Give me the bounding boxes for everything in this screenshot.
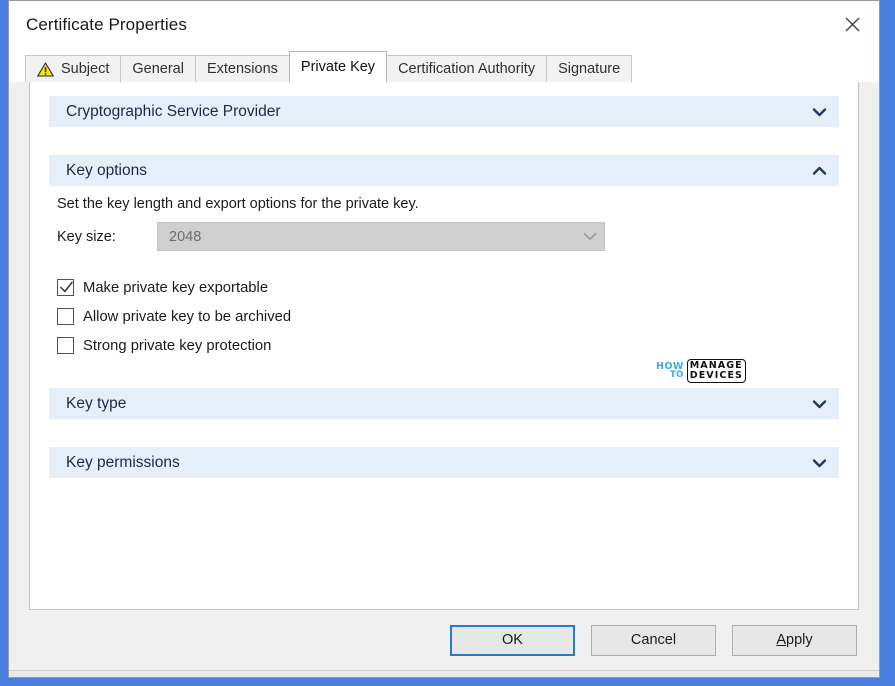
apply-button-accelerator: A	[776, 632, 787, 648]
checkbox-make-private-key-exportable[interactable]: Make private key exportable	[57, 279, 839, 296]
watermark-to: TO	[669, 370, 684, 381]
section-title: Cryptographic Service Provider	[66, 102, 281, 120]
tab-label: Extensions	[206, 61, 278, 77]
close-button[interactable]	[825, 1, 879, 48]
tab-extensions[interactable]: Extensions	[194, 55, 290, 82]
checkbox-label: Allow private key to be archived	[83, 308, 292, 325]
checkbox-label: Make private key exportable	[83, 279, 269, 296]
key-options-description: Set the key length and export options fo…	[57, 196, 419, 212]
how-to-manage-devices-watermark: HOW TO MANAGE DEVICES	[656, 359, 746, 383]
checkbox-box	[57, 308, 74, 325]
chevron-down-icon[interactable]	[812, 107, 827, 117]
checkbox-box	[57, 337, 74, 354]
apply-button-rest: pply	[786, 632, 813, 648]
tab-private-key[interactable]: Private Key	[288, 51, 388, 82]
section-key-type[interactable]: Key type	[49, 388, 839, 419]
chevron-down-icon[interactable]	[812, 458, 827, 468]
chevron-down-icon	[576, 232, 604, 241]
key-size-label: Key size:	[57, 228, 116, 245]
section-title: Key type	[66, 394, 127, 412]
checkbox-allow-private-key-archived[interactable]: Allow private key to be archived	[57, 308, 839, 325]
close-icon	[844, 16, 861, 33]
title-bar: Certificate Properties	[9, 1, 879, 49]
apply-button[interactable]: Apply	[732, 624, 857, 656]
checkbox-label: Strong private key protection	[83, 337, 272, 354]
tab-subject[interactable]: Subject	[25, 55, 122, 82]
key-options-body: Set the key length and export options fo…	[49, 186, 839, 354]
chevron-up-icon[interactable]	[812, 166, 827, 176]
tab-label: Signature	[558, 61, 621, 77]
watermark-devices: DEVICES	[689, 369, 743, 381]
key-size-select[interactable]: 2048	[157, 222, 605, 251]
watermark-left-text: HOW TO	[656, 362, 684, 380]
ok-button[interactable]: OK	[450, 624, 575, 656]
checkmark-icon	[60, 281, 73, 293]
watermark-box: MANAGE DEVICES	[686, 359, 746, 383]
certificate-properties-dialog: Certificate Properties Subject General E…	[8, 0, 880, 678]
section-key-permissions[interactable]: Key permissions	[49, 447, 839, 478]
tab-signature[interactable]: Signature	[546, 55, 633, 82]
checkbox-strong-private-key-protection[interactable]: Strong private key protection	[57, 337, 839, 354]
tab-label: General	[132, 61, 184, 77]
section-cryptographic-service-provider[interactable]: Cryptographic Service Provider	[49, 96, 839, 127]
checkbox-box	[57, 279, 74, 296]
dialog-bottom-edge	[9, 670, 879, 677]
section-key-options[interactable]: Key options	[49, 155, 839, 186]
key-size-row: Key size: 2048	[57, 222, 839, 251]
private-key-panel: Cryptographic Service Provider Key optio…	[29, 81, 859, 610]
tab-certification-authority[interactable]: Certification Authority	[386, 55, 548, 82]
dialog-button-bar: OK Cancel Apply	[9, 610, 879, 670]
warning-triangle-icon	[37, 61, 54, 77]
desktop-backdrop: Certificate Properties Subject General E…	[0, 0, 895, 686]
window-title: Certificate Properties	[26, 15, 187, 34]
tab-label: Private Key	[300, 59, 376, 75]
tab-label: Subject	[61, 61, 110, 77]
section-title: Key permissions	[66, 453, 180, 471]
tab-general[interactable]: General	[120, 55, 196, 82]
chevron-down-icon[interactable]	[812, 399, 827, 409]
tab-label: Certification Authority	[398, 61, 536, 77]
tab-strip: Subject General Extensions Private Key C…	[9, 49, 879, 82]
cancel-button[interactable]: Cancel	[591, 624, 716, 656]
key-size-value: 2048	[169, 228, 202, 245]
tab-panel-wrapper: Cryptographic Service Provider Key optio…	[9, 81, 879, 610]
section-title: Key options	[66, 161, 147, 179]
